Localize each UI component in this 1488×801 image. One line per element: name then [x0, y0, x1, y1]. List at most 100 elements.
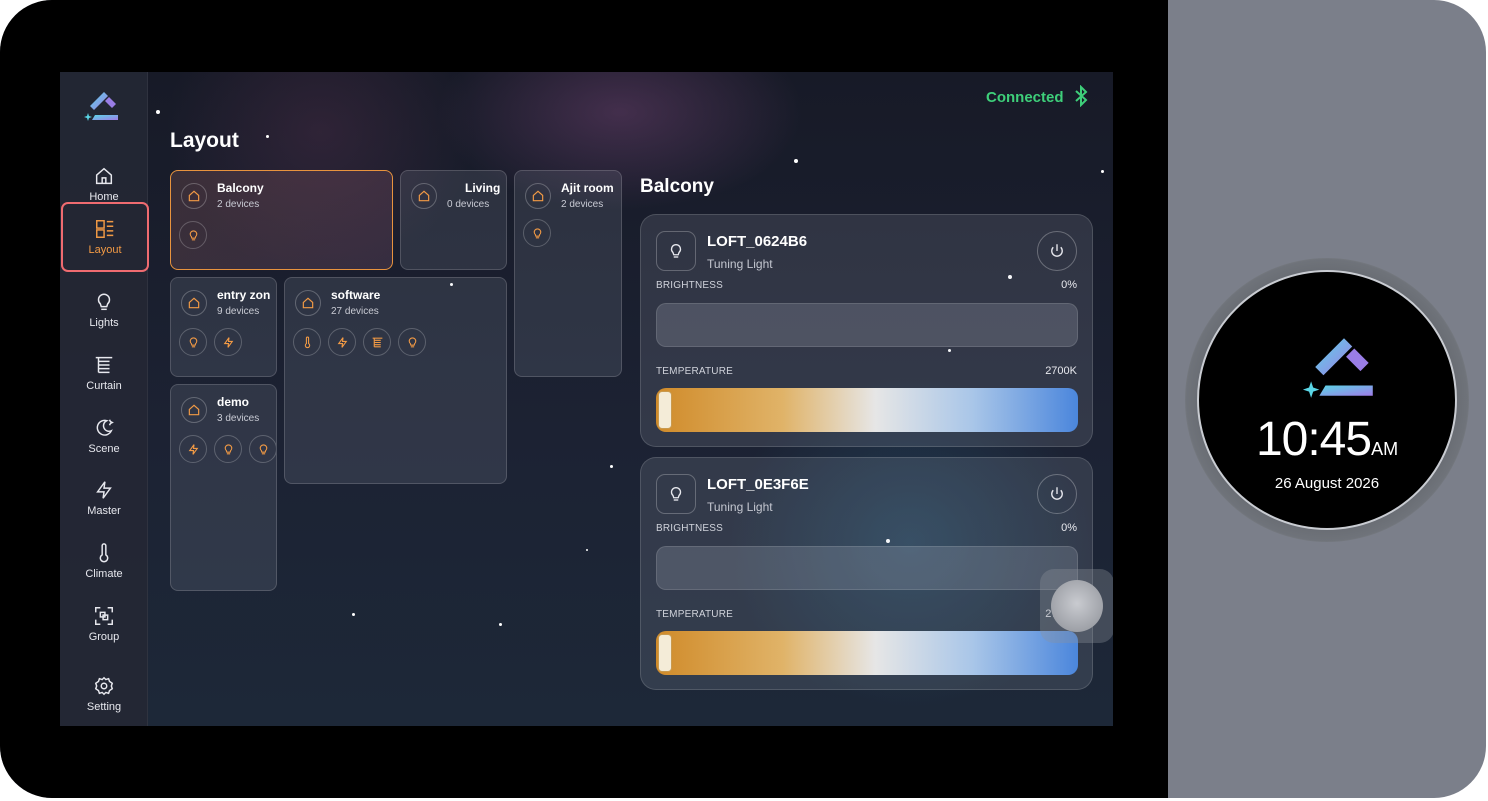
temperature-value: 2700K [1045, 365, 1077, 377]
room-card-demo[interactable]: demo 3 devices [170, 384, 277, 591]
device-icon-tile [656, 231, 696, 271]
device-bulb-button[interactable] [523, 219, 551, 247]
thermometer-icon [99, 543, 109, 563]
device-bulb-button[interactable] [214, 435, 242, 463]
room-card-software[interactable]: software 27 devices [284, 277, 507, 484]
room-home-badge [525, 183, 551, 209]
brightness-slider[interactable] [656, 546, 1078, 590]
lightning-icon [337, 336, 347, 348]
nav-label: Layout [88, 244, 122, 256]
brightness-label: BRIGHTNESS [656, 523, 724, 534]
temperature-slider-thumb[interactable] [658, 634, 672, 672]
bulb-icon [670, 487, 682, 501]
room-home-badge [181, 183, 207, 209]
device-climate-button[interactable] [293, 328, 321, 356]
room-name: Living [465, 181, 501, 195]
room-name: entry zon [217, 288, 271, 302]
room-name: demo [217, 395, 250, 409]
brightness-slider[interactable] [656, 303, 1078, 347]
dial-ampm: AM [1371, 439, 1399, 459]
app-logo [84, 92, 118, 121]
bulb-icon [224, 443, 232, 454]
room-card-balcony[interactable]: Balcony 2 devices [170, 170, 393, 270]
device-master-button[interactable] [214, 328, 242, 356]
room-card-living[interactable]: Living 0 devices [400, 170, 507, 270]
room-home-badge [181, 397, 207, 423]
room-device-count: 27 devices [331, 306, 379, 317]
lightning-icon [188, 443, 198, 455]
room-card-entry-zone[interactable]: entry zon 9 devices [170, 277, 277, 377]
nav-setting[interactable]: Setting [62, 662, 146, 726]
nav-layout[interactable]: Layout [61, 202, 149, 272]
temperature-label: TEMPERATURE [656, 609, 734, 620]
dial-display: 10:45AM 26 August 2026 [1197, 270, 1457, 530]
nav-label: Master [87, 505, 121, 517]
power-button[interactable] [1037, 474, 1077, 514]
room-home-badge [411, 183, 437, 209]
bulb-icon [97, 293, 111, 311]
device-card: LOFT_0624B6 Tuning Light BRIGHTNESS 0% T… [640, 214, 1093, 447]
nav-lights[interactable]: Lights [62, 278, 146, 342]
nav-group[interactable]: Group [62, 592, 146, 656]
dial-time: 10:45 [1255, 413, 1372, 466]
star-decoration [499, 623, 502, 626]
star-decoration [610, 465, 613, 468]
room-home-badge [181, 290, 207, 316]
tablet-screen: Home Layout Lights Curtain Scene Master … [60, 72, 1113, 726]
lightning-icon [223, 336, 233, 348]
brightness-label: BRIGHTNESS [656, 280, 724, 291]
device-icon-tile [656, 474, 696, 514]
bulb-icon [533, 227, 541, 238]
bluetooth-icon[interactable] [1073, 85, 1089, 107]
device-bulb-button[interactable] [179, 328, 207, 356]
dial-clock: 10:45AM [1199, 412, 1455, 467]
home-icon [188, 297, 200, 309]
temperature-slider[interactable] [656, 631, 1078, 675]
device-bulb-button[interactable] [249, 435, 276, 463]
device-bulb-button[interactable] [179, 221, 207, 249]
nav-label: Climate [85, 568, 123, 580]
moon-icon [96, 419, 114, 436]
power-button[interactable] [1037, 231, 1077, 271]
home-icon [188, 190, 200, 202]
room-device-count: 2 devices [217, 199, 260, 210]
home-icon [532, 190, 544, 202]
bulb-icon [408, 336, 416, 347]
room-device-count: 3 devices [217, 413, 260, 424]
room-device-count: 2 devices [561, 199, 604, 210]
device-name: LOFT_0624B6 [707, 233, 808, 250]
nav-climate[interactable]: Climate [62, 529, 146, 593]
device-type: Tuning Light [707, 500, 773, 514]
device-bulb-button[interactable] [398, 328, 426, 356]
device-curtain-button[interactable] [363, 328, 391, 356]
gear-icon [94, 676, 114, 696]
device-name: LOFT_0E3F6E [707, 476, 809, 493]
curtain-icon [95, 356, 113, 374]
dial-date: 26 August 2026 [1274, 475, 1380, 492]
nav-scene[interactable]: Scene [62, 404, 146, 468]
nav-label: Scene [88, 443, 120, 455]
connection-status: Connected [986, 89, 1064, 106]
temperature-slider-thumb[interactable] [658, 391, 672, 429]
room-name: Ajit room [561, 181, 614, 195]
nav-curtain[interactable]: Curtain [62, 341, 146, 405]
nav-master[interactable]: Master [62, 466, 146, 530]
brightness-value: 0% [1061, 522, 1077, 534]
power-icon [1051, 487, 1063, 500]
assistive-touch-button[interactable] [1040, 569, 1113, 643]
temperature-label: TEMPERATURE [656, 366, 734, 377]
dial-logo [1302, 338, 1373, 398]
sidebar: Home Layout Lights Curtain Scene Master … [60, 72, 149, 726]
device-master-button[interactable] [179, 435, 207, 463]
group-icon [95, 607, 113, 625]
page-title: Layout [170, 129, 239, 152]
temperature-slider[interactable] [656, 388, 1078, 432]
room-name: software [331, 288, 381, 302]
star-decoration [352, 613, 355, 616]
home-icon [302, 297, 314, 309]
device-master-button[interactable] [328, 328, 356, 356]
room-card-ajit-room[interactable]: Ajit room 2 devices [514, 170, 622, 377]
nav-label: Setting [86, 701, 122, 713]
star-decoration [586, 549, 588, 551]
device-card: LOFT_0E3F6E Tuning Light BRIGHTNESS 0% T… [640, 457, 1093, 690]
